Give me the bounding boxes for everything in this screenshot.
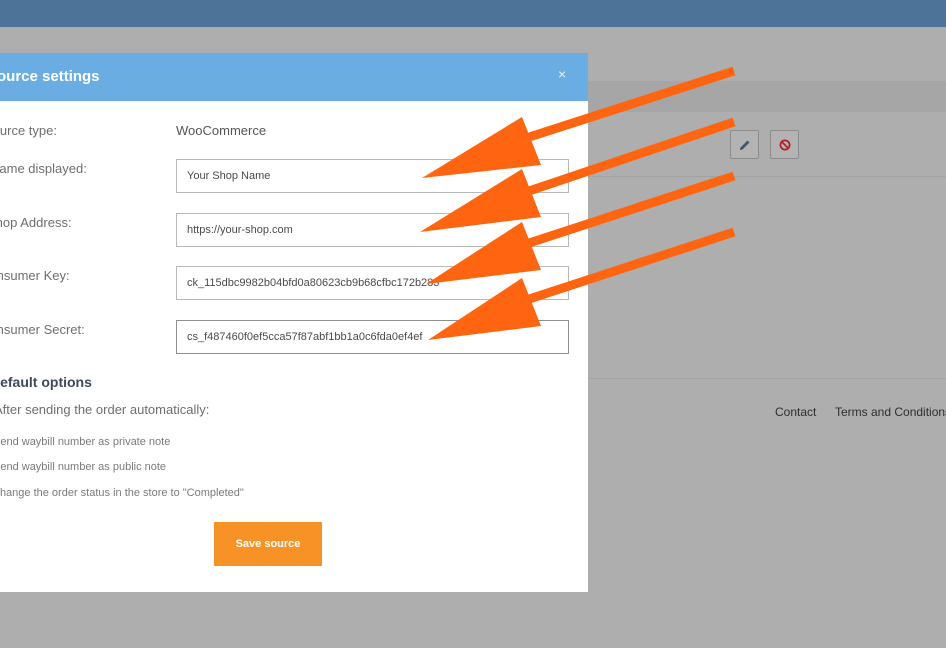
block-icon [779,139,790,150]
source-type-value: WooCommerce [176,123,267,138]
option-private-note[interactable]: Send waybill number as private note [0,436,170,448]
background-divider [588,176,946,177]
top-nav-bar [0,0,946,27]
default-options-title: Default options [0,374,92,390]
background-table-header [588,81,946,112]
background-divider [588,378,946,379]
modal-title: Source settings [0,68,100,85]
footer-link-terms[interactable]: Terms and Conditions [835,405,946,419]
shop-address-input[interactable]: https://your-shop.com [176,213,569,247]
modal-header: Source settings × [0,53,588,101]
option-public-note[interactable]: Send waybill number as public note [0,461,166,473]
option-status-completed[interactable]: Change the order status in the store to … [0,487,244,499]
pencil-icon [739,140,749,150]
edit-button[interactable] [730,130,759,159]
source-type-label: Source type: [0,123,57,138]
default-options-subtitle: After sending the order automatically: [0,402,210,417]
save-source-button[interactable]: Save source [214,522,322,566]
shop-address-label: Shop Address: [0,215,72,230]
source-settings-modal: Source settings × Source type: WooCommer… [0,53,588,592]
consumer-key-label: Consumer Key: [0,268,70,283]
close-icon[interactable]: × [558,66,566,82]
consumer-secret-label: Consumer Secret: [0,322,85,337]
name-displayed-input[interactable]: Your Shop Name [176,159,569,193]
delete-button[interactable] [770,130,799,159]
footer-link-contact[interactable]: Contact [775,405,816,419]
consumer-secret-input[interactable]: cs_f487460f0ef5cca57f87abf1bb1a0c6fda0ef… [176,320,569,354]
consumer-key-input[interactable]: ck_115dbc9982b04bfd0a80623cb9b68cfbc172b… [176,266,569,300]
name-displayed-label: Name displayed: [0,161,87,176]
